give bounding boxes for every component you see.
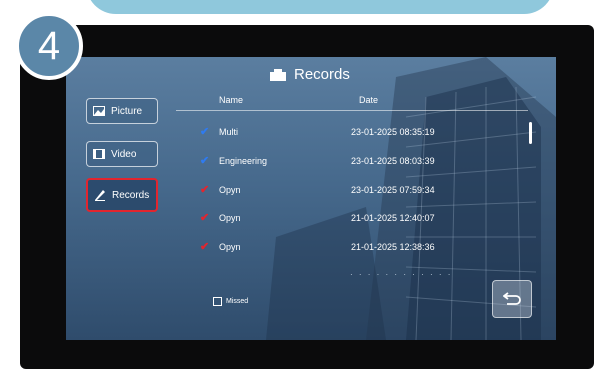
missed-check-icon: ✔ [200,184,210,196]
record-row[interactable]: ✔ Opyn 21-01-2025 12:38:36 [200,240,460,254]
video-icon [93,149,105,159]
record-row[interactable]: ✔ Multi 23-01-2025 08:35:19 [200,125,460,139]
record-row[interactable]: ✔ Engineering 23-01-2025 08:03:39 [200,154,460,168]
record-date: 21-01-2025 12:40:07 [351,213,435,223]
missed-checkbox[interactable] [213,297,222,306]
record-row[interactable]: ✔ Opyn 21-01-2025 12:40:07 [200,211,460,225]
record-name: Opyn [219,242,241,252]
missed-label: Missed [226,298,249,305]
records-icon [95,190,105,201]
page-title: Records [270,66,350,83]
sidebar-label-video: Video [111,148,137,160]
page-title-text: Records [294,66,350,83]
record-date: 23-01-2025 07:59:34 [351,185,435,195]
back-arrow-icon [503,292,521,305]
record-date: 23-01-2025 08:03:39 [351,156,435,166]
picture-icon [93,106,105,116]
record-date: 21-01-2025 12:38:36 [351,242,435,252]
folder-icon [270,68,286,81]
record-name: Multi [219,127,239,137]
list-scrollbar[interactable] [529,122,532,144]
sidebar-button-records[interactable]: Records [86,178,158,212]
sidebar-label-picture: Picture [111,105,143,117]
record-name: Engineering [219,156,268,166]
list-continuation: · · · · · · · · · · · · [350,270,453,279]
record-date: 23-01-2025 08:35:19 [351,127,435,137]
sidebar-button-picture[interactable]: Picture [86,98,158,124]
back-button[interactable] [492,280,532,318]
column-header-name: Name [219,95,244,105]
missed-filter[interactable]: Missed [213,297,248,306]
answered-check-icon: ✔ [200,155,210,167]
missed-check-icon: ✔ [200,241,210,253]
record-name: Opyn [219,185,241,195]
record-row[interactable]: ✔ Opyn 23-01-2025 07:59:34 [200,183,460,197]
sidebar-label-records: Records [112,189,150,201]
answered-check-icon: ✔ [200,126,210,138]
record-name: Opyn [219,213,241,223]
step-number-badge: 4 [15,12,83,80]
top-banner [86,0,554,14]
sidebar-button-video[interactable]: Video [86,141,158,167]
missed-check-icon: ✔ [200,212,210,224]
header-divider [176,110,528,111]
column-header-date: Date [359,95,379,105]
